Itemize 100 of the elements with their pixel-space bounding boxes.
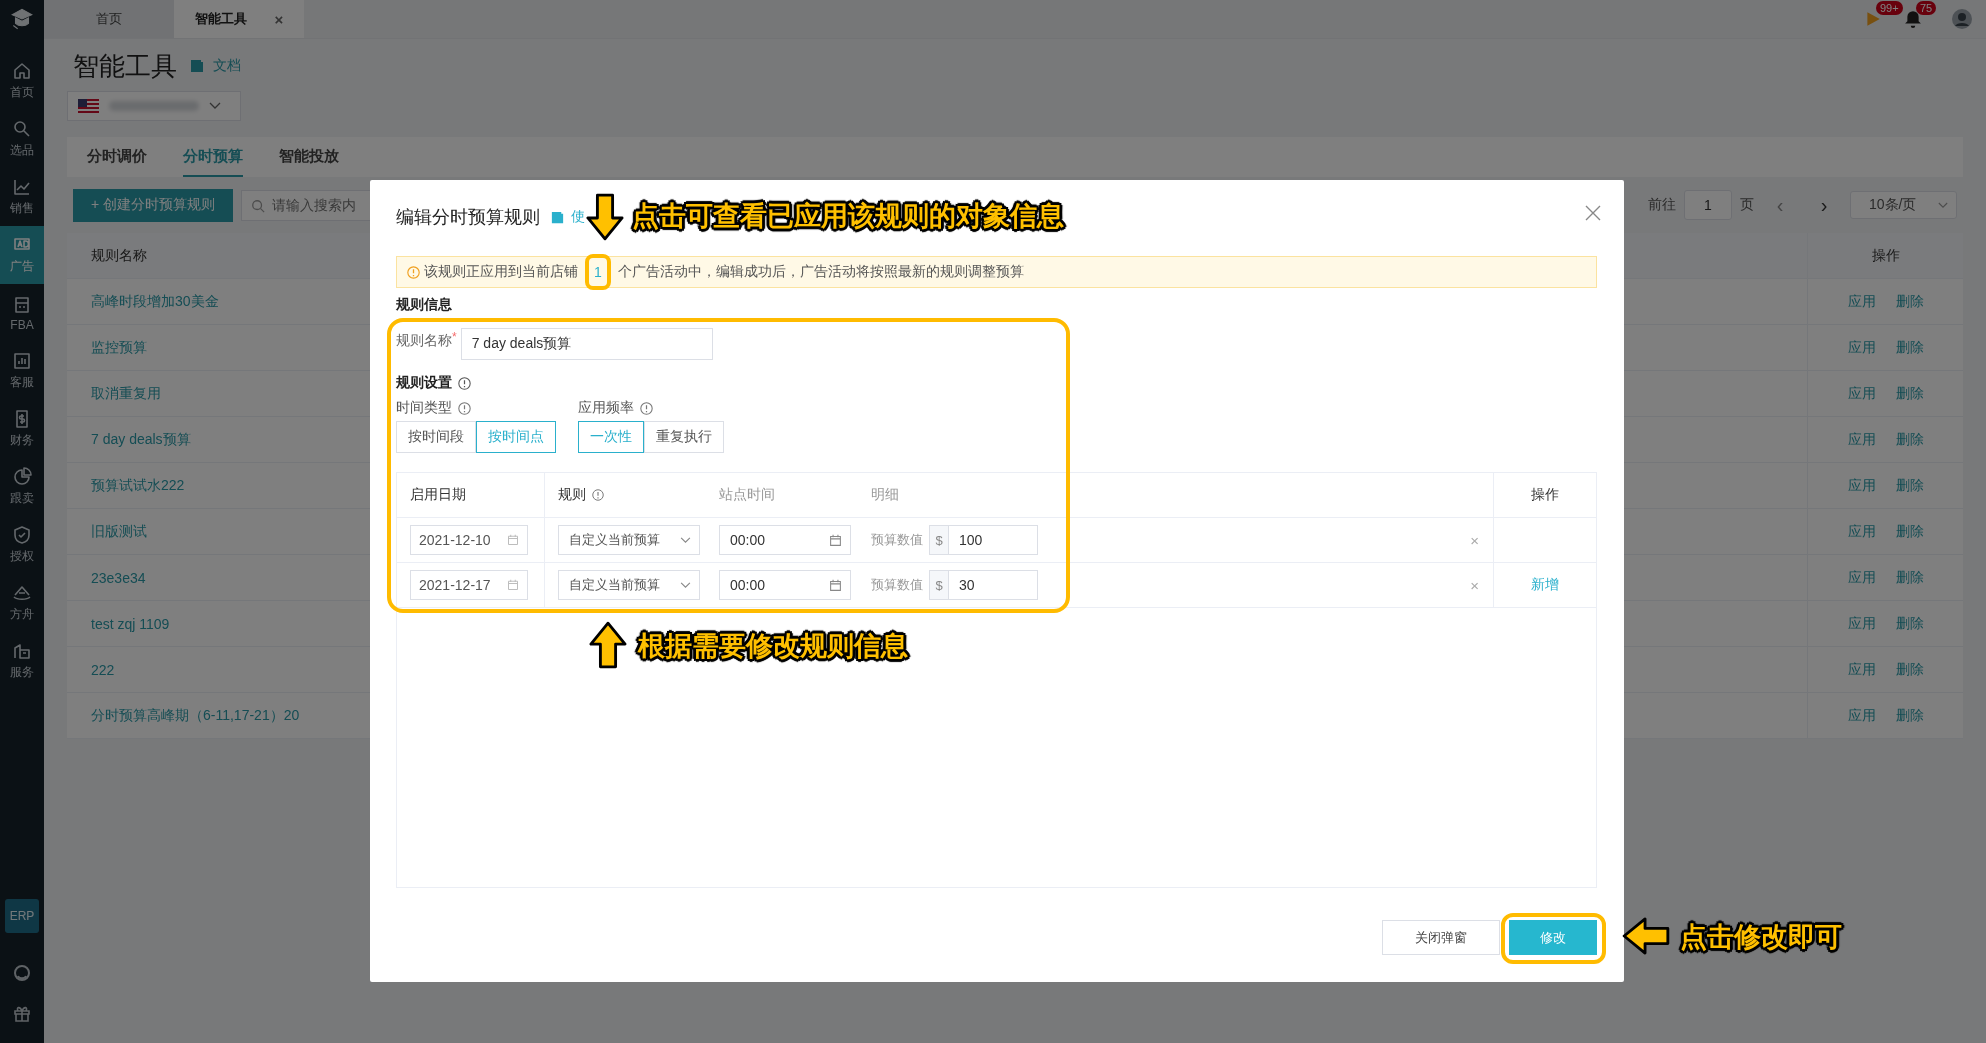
- erp-button[interactable]: ERP: [5, 899, 39, 933]
- row-action-link[interactable]: 删除: [1895, 476, 1924, 495]
- tab[interactable]: 分时预算: [183, 137, 243, 177]
- row-action-link[interactable]: 删除: [1895, 568, 1924, 587]
- close-icon[interactable]: ×: [274, 10, 284, 28]
- rule-name-link[interactable]: 23e3e34: [91, 569, 146, 586]
- sidebar-item[interactable]: 授权: [0, 516, 44, 574]
- add-row-link[interactable]: 新增: [1531, 576, 1559, 594]
- callout-arrow: [589, 621, 627, 669]
- info-icon: [458, 401, 471, 415]
- info-icon: [458, 376, 471, 390]
- rule-name-link[interactable]: 222: [91, 661, 115, 678]
- next-page-button[interactable]: ›: [1806, 193, 1842, 217]
- budget-value-field[interactable]: 100: [948, 525, 1038, 555]
- rule-name-link[interactable]: 预算试试水222: [91, 476, 185, 493]
- chevron-down-icon: [1938, 201, 1948, 209]
- rule-select[interactable]: 自定义当前预算: [558, 570, 700, 600]
- chevron-down-icon: [209, 102, 221, 110]
- avatar-icon[interactable]: [1952, 9, 1972, 29]
- row-action-link[interactable]: 删除: [1895, 384, 1924, 403]
- page-label: 页: [1740, 196, 1754, 214]
- sidebar-item[interactable]: 跟卖: [0, 458, 44, 516]
- rule-name-link[interactable]: 分时预算高峰期（6-11,17-21）20: [91, 706, 300, 723]
- currency-addon: $: [929, 570, 948, 600]
- rule-name-link[interactable]: 高峰时段增加30美金: [91, 292, 219, 309]
- row-action-link[interactable]: 应用: [1847, 430, 1876, 449]
- search-icon: [251, 198, 266, 213]
- sidebar-item[interactable]: 销售: [0, 168, 44, 226]
- remove-row-button[interactable]: ×: [1470, 531, 1479, 549]
- help-link[interactable]: 使: [571, 208, 585, 226]
- rule-name-link[interactable]: test zqj 1109: [91, 615, 170, 632]
- callout-text: 根据需要修改规则信息: [638, 630, 908, 663]
- highlight-frame: [585, 254, 611, 290]
- book-icon: [550, 209, 565, 225]
- dialog-button[interactable]: 修改: [1509, 920, 1597, 955]
- page-size-select[interactable]: 10条/页: [1850, 191, 1957, 219]
- sidebar-item[interactable]: 服务: [0, 632, 44, 690]
- row-action-link[interactable]: 删除: [1895, 614, 1924, 633]
- notification-badge: 75: [1916, 1, 1937, 15]
- rule-name-link[interactable]: 7 day deals预算: [91, 430, 191, 447]
- date-field[interactable]: 2021-12-10: [410, 525, 528, 555]
- section-title: 规则信息: [396, 295, 453, 314]
- row-action-link[interactable]: 应用: [1847, 384, 1876, 403]
- row-action-link[interactable]: 删除: [1895, 430, 1924, 449]
- calendar-icon: [507, 534, 519, 546]
- row-action-link[interactable]: 应用: [1847, 568, 1876, 587]
- sidebar-item[interactable]: FBA: [0, 284, 44, 342]
- budget-value-field[interactable]: 30: [948, 570, 1038, 600]
- bell-icon[interactable]: [1904, 10, 1922, 28]
- column-header: 操作: [1493, 473, 1596, 517]
- sidebar-icon: [12, 294, 32, 315]
- row-action-link[interactable]: 应用: [1847, 522, 1876, 541]
- row-action-link[interactable]: 应用: [1847, 660, 1876, 679]
- tab[interactable]: 智能投放: [279, 137, 339, 177]
- close-icon[interactable]: [1585, 205, 1601, 221]
- rule-name-link[interactable]: 监控预算: [91, 338, 147, 355]
- page-field[interactable]: 1: [1684, 190, 1732, 220]
- page-tab[interactable]: 智能工具 ×: [174, 0, 304, 38]
- prev-page-button[interactable]: ‹: [1762, 193, 1798, 217]
- row-action-link[interactable]: 删除: [1895, 706, 1924, 725]
- callout-arrow: [1622, 917, 1670, 955]
- sidebar-item[interactable]: 方舟: [0, 574, 44, 632]
- play-icon[interactable]: [1864, 10, 1882, 28]
- sidebar-item[interactable]: 首页: [0, 52, 44, 110]
- row-action-link[interactable]: 应用: [1847, 292, 1876, 311]
- doc-link[interactable]: 文档: [213, 57, 241, 75]
- create-rule-button[interactable]: + 创建分时预算规则: [73, 188, 234, 222]
- row-action-link[interactable]: 删除: [1895, 660, 1924, 679]
- sidebar-item[interactable]: 财务: [0, 400, 44, 458]
- segment-option[interactable]: 重复执行: [644, 421, 724, 453]
- sidebar-item[interactable]: 广告: [0, 226, 44, 284]
- row-action-link[interactable]: 应用: [1847, 338, 1876, 357]
- row-action-link[interactable]: 删除: [1895, 338, 1924, 357]
- rule-name-link[interactable]: 取消重复用: [91, 384, 161, 401]
- row-action-link[interactable]: 删除: [1895, 522, 1924, 541]
- tab[interactable]: 分时调价: [87, 137, 147, 177]
- row-action-link[interactable]: 应用: [1847, 476, 1876, 495]
- calendar-icon: [829, 578, 842, 592]
- segment-option[interactable]: 按时间段: [396, 421, 476, 453]
- sidebar-item[interactable]: 选品: [0, 110, 44, 168]
- store-selector[interactable]: [67, 91, 241, 121]
- segment-option[interactable]: 一次性: [578, 421, 644, 453]
- rule-name-link[interactable]: 旧版测试: [91, 522, 147, 539]
- remove-row-button[interactable]: ×: [1470, 576, 1479, 594]
- time-field[interactable]: 00:00: [719, 525, 851, 555]
- notification-badge: 99+: [1876, 1, 1903, 15]
- page-tab[interactable]: 首页: [44, 0, 174, 38]
- sidebar-item[interactable]: 客服: [0, 342, 44, 400]
- column-header: 规则名称: [90, 246, 148, 265]
- row-action-link[interactable]: 应用: [1847, 706, 1876, 725]
- headset-icon[interactable]: [12, 963, 32, 983]
- row-action-link[interactable]: 删除: [1895, 292, 1924, 311]
- flag-icon: [78, 99, 99, 113]
- rule-name-field[interactable]: 7 day deals预算: [460, 328, 713, 360]
- row-action-link[interactable]: 应用: [1847, 614, 1876, 633]
- date-field[interactable]: 2021-12-17: [410, 570, 528, 600]
- segment-option[interactable]: 按时间点: [476, 421, 556, 453]
- rule-select[interactable]: 自定义当前预算: [558, 525, 700, 555]
- time-field[interactable]: 00:00: [719, 570, 851, 600]
- dialog-button[interactable]: 关闭弹窗: [1382, 920, 1500, 955]
